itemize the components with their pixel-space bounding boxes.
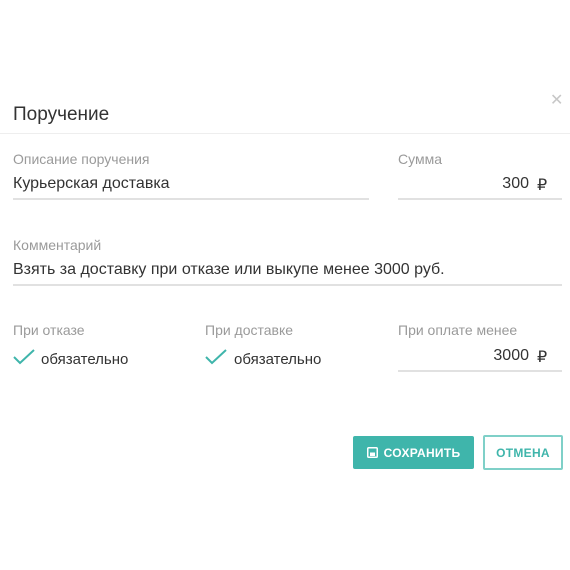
sum-label: Сумма — [398, 151, 442, 167]
description-underline — [13, 198, 369, 200]
delivery-label: При доставке — [205, 322, 294, 338]
refusal-label: При отказе — [13, 322, 85, 338]
delivery-check-label: обязательно — [234, 351, 322, 368]
description-input[interactable]: Курьерская доставка — [13, 175, 170, 193]
check-icon[interactable] — [13, 349, 35, 365]
ruble-icon: ₽ — [537, 177, 548, 194]
save-button-label: СОХРАНИТЬ — [383, 445, 461, 460]
comment-underline — [13, 284, 562, 286]
ruble-icon: ₽ — [537, 349, 548, 366]
cancel-button-label: ОТМЕНА — [496, 445, 550, 460]
save-icon — [366, 447, 378, 458]
payment-label: При оплате менее — [398, 322, 518, 338]
dialog-title: Поручение — [13, 104, 110, 125]
sum-input[interactable]: 300 — [398, 175, 529, 193]
close-icon[interactable]: ✕ — [550, 93, 563, 109]
cancel-button[interactable]: ОТМЕНА — [483, 435, 563, 470]
order-dialog: Поручение ✕ Описание поручения Курьерска… — [0, 0, 570, 570]
payment-underline — [398, 370, 562, 372]
payment-input[interactable]: 3000 — [398, 347, 529, 365]
save-button[interactable]: СОХРАНИТЬ — [353, 436, 474, 469]
sum-underline — [398, 198, 562, 200]
description-label: Описание поручения — [13, 151, 150, 167]
refusal-check-label: обязательно — [41, 351, 129, 368]
header-divider — [0, 133, 570, 134]
check-icon[interactable] — [205, 349, 227, 365]
comment-input[interactable]: Взять за доставку при отказе или выкупе … — [13, 261, 445, 279]
comment-label: Комментарий — [13, 237, 102, 253]
